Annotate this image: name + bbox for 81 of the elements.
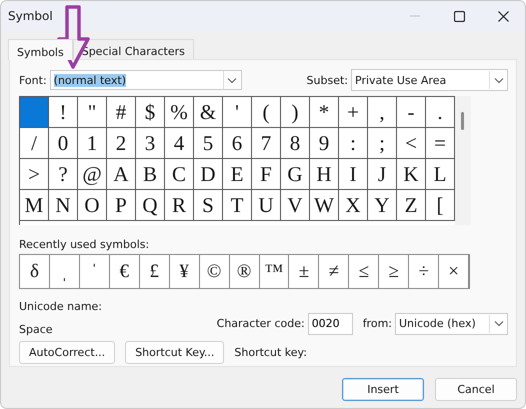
cancel-button[interactable]: Cancel — [435, 378, 517, 401]
font-label: Font: — [19, 74, 47, 86]
window-title: Symbol — [8, 9, 54, 23]
symbol-cell[interactable]: P — [107, 190, 136, 221]
symbol-cell[interactable]: ( — [252, 97, 281, 128]
symbol-cell[interactable]: F — [252, 159, 281, 190]
symbol-cell[interactable]: 1 — [78, 128, 107, 159]
shortcut-key-button[interactable]: Shortcut Key... — [125, 341, 224, 364]
symbol-cell[interactable]: < — [397, 128, 426, 159]
symbol-cell[interactable]: B — [136, 159, 165, 190]
symbol-cell[interactable]: N — [49, 190, 78, 221]
scrollbar[interactable] — [455, 96, 471, 225]
symbol-cell[interactable]: % — [165, 97, 194, 128]
symbol-cell[interactable]: T — [223, 190, 252, 221]
unicode-name-label: Unicode name: — [19, 300, 104, 313]
scroll-thumb[interactable] — [461, 112, 464, 130]
symbol-cell[interactable]: + — [339, 97, 368, 128]
tab[interactable]: Symbols — [8, 39, 73, 60]
caret-icon — [227, 76, 238, 84]
symbol-cell[interactable]: $ — [136, 97, 165, 128]
symbol-cell[interactable]: K — [397, 159, 426, 190]
recent-symbols-label: Recently used symbols: — [19, 238, 150, 251]
symbol-cell[interactable]: O — [78, 190, 107, 221]
symbol-cell[interactable]: G — [281, 159, 310, 190]
symbol-cell[interactable]: 2 — [107, 128, 136, 159]
autocorrect-button[interactable]: AutoCorrect... — [19, 341, 116, 364]
symbol-cell[interactable]: 3 — [136, 128, 165, 159]
symbol-cell[interactable]: ' — [223, 97, 252, 128]
insert-button[interactable]: Insert — [342, 378, 424, 401]
symbol-cell[interactable]: 8 — [281, 128, 310, 159]
symbol-cell[interactable]: U — [252, 190, 281, 221]
symbol-cell[interactable]: J — [368, 159, 397, 190]
caret-icon — [494, 76, 504, 84]
character-code-field[interactable]: 0020 — [308, 312, 353, 334]
symbol-cell[interactable]: ? — [49, 159, 78, 190]
symbol-cell[interactable] — [20, 97, 49, 128]
symbol-cell[interactable]: W — [310, 190, 339, 221]
unicode-name-value: Space — [19, 323, 54, 336]
symbol-cell[interactable]: A — [107, 159, 136, 190]
symbol-cell[interactable]: 6 — [223, 128, 252, 159]
symbol-cell[interactable]: ! — [49, 97, 78, 128]
close-icon[interactable] — [498, 10, 508, 22]
symbol-cell[interactable]: Z — [397, 190, 426, 221]
subset-dropdown[interactable]: Private Use Area — [351, 69, 508, 91]
symbol-cell[interactable]: 9 — [310, 128, 339, 159]
font-dropdown[interactable]: (normal text) — [50, 70, 242, 90]
symbol-cell[interactable]: : — [339, 128, 368, 159]
symbol-cell[interactable]: " — [78, 97, 107, 128]
symbol-cell[interactable]: ) — [281, 97, 310, 128]
symbol-cell[interactable]: V — [281, 190, 310, 221]
symbol-cell[interactable]: 0 — [49, 128, 78, 159]
from-dropdown[interactable]: Unicode (hex) — [395, 312, 508, 334]
caret-icon — [494, 320, 504, 327]
symbol-cell[interactable]: - — [397, 97, 426, 128]
symbol-cell[interactable]: , — [368, 97, 397, 128]
symbol-cell[interactable]: # — [107, 97, 136, 128]
symbol-cell[interactable]: I — [339, 159, 368, 190]
symbol-cell[interactable]: X — [339, 190, 368, 221]
symbol-cell[interactable]: & — [194, 97, 223, 128]
symbol-cell[interactable]: * — [310, 97, 339, 128]
subset-label: Subset: — [306, 74, 348, 86]
symbol-cell[interactable]: 7 — [252, 128, 281, 159]
symbol-cell[interactable]: M — [20, 190, 49, 221]
symbol-cell[interactable]: 5 — [194, 128, 223, 159]
symbol-cell[interactable]: 4 — [165, 128, 194, 159]
symbol-cell[interactable]: R — [165, 190, 194, 221]
symbol-cell[interactable]: H — [310, 159, 339, 190]
maximize-icon[interactable] — [454, 10, 464, 22]
from-label: from: — [362, 317, 392, 330]
symbol-cell[interactable]: Y — [368, 190, 397, 221]
symbol-cell[interactable]: > — [20, 159, 49, 190]
shortcut-key-label: Shortcut key: — [234, 346, 307, 359]
symbol-cell[interactable]: E — [223, 159, 252, 190]
symbol-cell[interactable]: C — [165, 159, 194, 190]
character-code-label: Character code: — [216, 317, 305, 330]
symbol-cell[interactable]: Q — [136, 190, 165, 221]
symbol-cell[interactable]: D — [194, 159, 223, 190]
symbol-cell[interactable]: ; — [368, 128, 397, 159]
symbol-cell[interactable]: S — [194, 190, 223, 221]
symbol-cell[interactable]: / — [20, 128, 49, 159]
symbol-cell[interactable]: @ — [78, 159, 107, 190]
